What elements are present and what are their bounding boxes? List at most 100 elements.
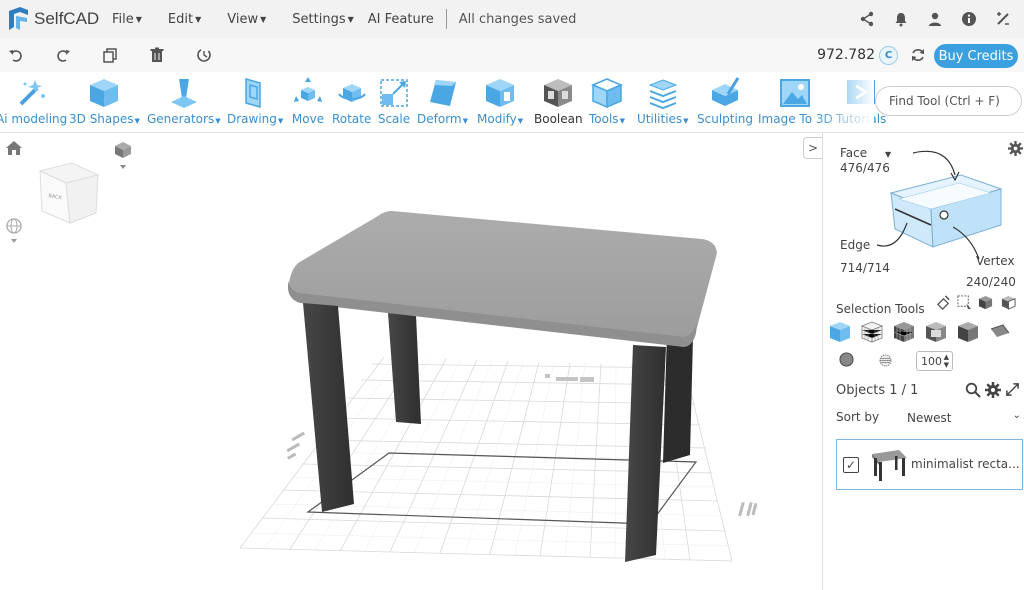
- refresh-icon[interactable]: [910, 47, 926, 67]
- box-select-icon[interactable]: [957, 295, 972, 313]
- chevron-down-icon: ▼: [134, 117, 140, 125]
- chevron-down-icon: ▼: [683, 117, 689, 125]
- user-icon[interactable]: [925, 9, 944, 28]
- find-tool-input[interactable]: Find Tool (Ctrl + F): [875, 86, 1022, 116]
- chevron-down-icon: ▼: [215, 117, 221, 125]
- select-wireframe-icon[interactable]: [861, 321, 883, 343]
- tool-3d-shapes[interactable]: 3D Shapes▼: [69, 76, 140, 126]
- edge-count: 714/714: [840, 261, 890, 275]
- menu-settings[interactable]: Settings ▼: [292, 12, 353, 27]
- vertex-count: 240/240: [966, 275, 1016, 289]
- tool-tools[interactable]: Tools▼: [589, 76, 625, 126]
- face-label: Face: [840, 146, 868, 160]
- objects-count: Objects 1 / 1: [836, 383, 919, 398]
- globe-view-icon[interactable]: [4, 217, 24, 251]
- app-name: SelfCAD: [34, 9, 100, 28]
- magic-wand-icon: [19, 80, 45, 106]
- select-edges-icon[interactable]: [925, 321, 947, 343]
- top-right-icons: [857, 9, 1012, 28]
- right-panel: Face ▼ 476/476 Edge 714/714 Vertex 240/2…: [822, 133, 1024, 590]
- paint-select-icon[interactable]: [936, 295, 951, 313]
- drawing-icon: [245, 78, 261, 108]
- expand-icon[interactable]: [1005, 382, 1020, 400]
- menu-file[interactable]: File ▼: [112, 12, 142, 27]
- tool-label: Scale: [377, 112, 411, 126]
- tool-sculpting[interactable]: Sculpting: [697, 76, 753, 126]
- sort-select[interactable]: Newest ⌄: [903, 407, 1024, 429]
- buy-credits-button[interactable]: Buy Credits: [934, 44, 1018, 68]
- axis-marker-left: [286, 431, 306, 460]
- chevron-down-icon: ▼: [347, 14, 354, 24]
- tool-ai-modeling[interactable]: Ai modeling: [0, 76, 67, 126]
- tool-label: Generators: [147, 112, 215, 126]
- chevron-down-icon: ▼: [462, 117, 468, 125]
- tool-move[interactable]: Move: [291, 76, 325, 126]
- tools-settings-icon[interactable]: [993, 9, 1012, 28]
- sort-value: Newest: [907, 411, 952, 425]
- stepper-arrows-icon[interactable]: ▲ ▼: [944, 353, 949, 369]
- view-cube[interactable]: BACK: [32, 153, 104, 235]
- select-object-icon[interactable]: [829, 321, 851, 343]
- selection-mode-cube[interactable]: [869, 147, 1019, 267]
- save-status: All changes saved: [458, 11, 577, 27]
- menu-edit-label: Edit: [167, 11, 194, 27]
- tool-utilities[interactable]: Utilities▼: [637, 76, 689, 126]
- copy-icon[interactable]: [100, 45, 120, 65]
- select-faces-icon[interactable]: [893, 321, 915, 343]
- edge-label: Edge: [840, 238, 871, 252]
- cube-select-icon[interactable]: [978, 295, 993, 313]
- credits-balance: 972.782: [817, 47, 875, 63]
- menu-view[interactable]: View ▼: [227, 12, 266, 27]
- brush-size-value: 100: [921, 354, 942, 368]
- bell-icon[interactable]: [891, 9, 910, 28]
- undo-icon[interactable]: [6, 45, 26, 65]
- select-vertices-icon[interactable]: [957, 321, 979, 343]
- menu-ai-feature[interactable]: AI Feature: [368, 12, 434, 27]
- action-bar: 972.782 C Buy Credits: [0, 38, 1024, 72]
- tool-label: Tools: [589, 112, 619, 126]
- tool-drawing[interactable]: Drawing▼: [227, 76, 283, 126]
- select-plane-icon[interactable]: [989, 321, 1011, 343]
- brush-size-stepper[interactable]: 100 ▲ ▼: [916, 351, 953, 371]
- history-icon[interactable]: [194, 45, 214, 65]
- soft-brush-icon[interactable]: [879, 354, 892, 370]
- tool-scale[interactable]: Scale: [377, 76, 411, 126]
- list-item[interactable]: ✓ minimalist recta...: [836, 439, 1023, 490]
- menu-edit[interactable]: Edit ▼: [168, 12, 201, 27]
- chevron-down-icon: ⌄: [1012, 410, 1021, 421]
- info-icon[interactable]: [959, 9, 978, 28]
- selection-tools-label: Selection Tools: [836, 302, 925, 316]
- invert-select-icon[interactable]: [1001, 295, 1016, 313]
- move-arrows-icon: [294, 77, 322, 102]
- tool-label: Move: [291, 112, 325, 126]
- tool-label: Ai modeling: [0, 112, 68, 126]
- tool-deform[interactable]: Deform▼: [417, 76, 468, 126]
- 3d-viewport[interactable]: BACK: [0, 133, 822, 590]
- menu-view-label: View: [227, 11, 259, 27]
- table-leg-back-left: [388, 313, 421, 424]
- tool-rotate[interactable]: Rotate: [332, 76, 371, 126]
- panel-collapse-button[interactable]: >: [803, 137, 823, 159]
- sphere-brush-icon[interactable]: [839, 352, 854, 370]
- home-icon[interactable]: [5, 140, 23, 160]
- boolean-icon: [544, 79, 573, 107]
- toolbar-fade: [814, 72, 874, 132]
- redo-icon[interactable]: [53, 45, 73, 65]
- tool-generators[interactable]: Generators▼: [147, 76, 221, 126]
- objects-gear-icon[interactable]: [985, 382, 1001, 401]
- tool-modify[interactable]: Modify▼: [477, 76, 523, 126]
- cube-view-toggle-icon[interactable]: [113, 140, 133, 174]
- utilities-layers-icon: [648, 79, 678, 110]
- object-visibility-checkbox[interactable]: ✓: [843, 457, 859, 473]
- share-icon[interactable]: [857, 9, 876, 28]
- credits-coin-icon: C: [879, 46, 898, 65]
- trash-icon[interactable]: [147, 45, 167, 65]
- search-icon[interactable]: [965, 382, 981, 401]
- selfcad-logo[interactable]: SelfCAD: [6, 6, 106, 32]
- object-thumbnail: [872, 450, 907, 481]
- chevron-down-icon: ▼: [260, 14, 267, 24]
- sort-by-label: Sort by: [836, 410, 880, 424]
- tool-label: Sculpting: [697, 112, 754, 126]
- tool-boolean[interactable]: Boolean: [534, 76, 583, 126]
- menu-file-label: File: [112, 11, 134, 27]
